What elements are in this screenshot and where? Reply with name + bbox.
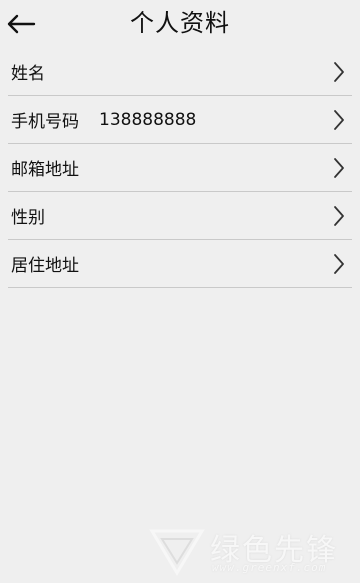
phone-value: 138888888 (99, 109, 197, 130)
app-header: 个人资料 (0, 0, 360, 48)
row-email[interactable]: 邮箱地址 (8, 144, 352, 192)
chevron-right-icon (334, 206, 344, 226)
profile-list: 姓名 手机号码 138888888 邮箱地址 性别 居住地址 (8, 48, 352, 288)
chevron-right-icon (334, 158, 344, 178)
row-label-gender: 性别 (11, 208, 45, 228)
row-label-phone: 手机号码 (11, 112, 79, 132)
row-label-address: 居住地址 (11, 256, 79, 276)
watermark-url: www.greenxf.com (212, 561, 327, 574)
watermark-logo (149, 529, 205, 576)
chevron-right-icon (334, 110, 344, 130)
row-gender[interactable]: 性别 (8, 192, 352, 240)
row-label-email: 邮箱地址 (11, 160, 79, 180)
chevron-right-icon (334, 254, 344, 274)
row-phone[interactable]: 手机号码 138888888 (8, 96, 352, 144)
page-title: 个人资料 (130, 9, 230, 37)
chevron-right-icon (334, 62, 344, 82)
watermark: 绿色先锋 www.greenxf.com (148, 523, 358, 579)
row-name[interactable]: 姓名 (8, 48, 352, 96)
row-label-name: 姓名 (11, 64, 45, 84)
row-address[interactable]: 居住地址 (8, 240, 352, 288)
